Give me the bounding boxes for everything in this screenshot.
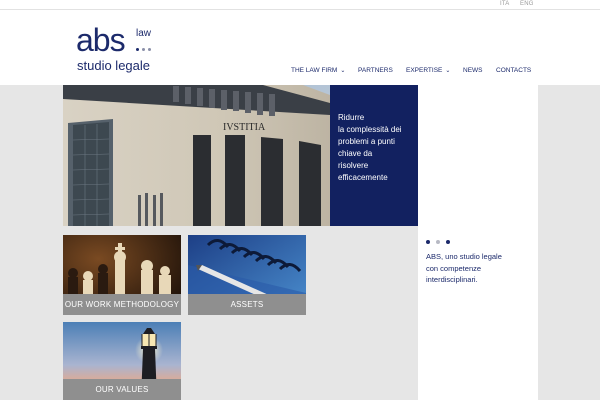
intro-line: con competenze xyxy=(426,263,482,273)
carousel-dot[interactable] xyxy=(446,240,450,244)
logo-subtitle: studio legale xyxy=(77,58,150,73)
hero-tagline-line: efficacemente xyxy=(338,173,388,182)
courthouse-image: IVSTITIA xyxy=(63,85,330,226)
tile-assets[interactable]: ASSETS xyxy=(188,235,306,315)
tile-our-work-methodology[interactable]: OUR WORK METHODOLOGY xyxy=(63,235,181,315)
hero-tagline-panel: Ridurre la complessità dei problemi a pu… xyxy=(330,85,418,226)
header: abs law studio legale THE LAW FIRM ⌄ PART… xyxy=(0,10,600,85)
chevron-down-icon: ⌄ xyxy=(445,67,451,74)
nav-contacts[interactable]: CONTACTS xyxy=(496,64,531,76)
right-column: ABS, uno studio legale con competenze in… xyxy=(418,85,538,400)
hero-tagline-line: chiave da xyxy=(338,149,373,158)
nav-label: THE LAW FIRM xyxy=(291,66,338,74)
top-bar: ITA ENG xyxy=(0,0,600,10)
logo[interactable]: abs law studio legale xyxy=(76,24,161,74)
nav-news[interactable]: NEWS xyxy=(463,64,483,76)
carousel-dot[interactable] xyxy=(426,240,430,244)
nav-the-law-firm[interactable]: THE LAW FIRM ⌄ xyxy=(291,64,345,76)
tile-our-values[interactable]: OUR VALUES xyxy=(63,322,181,400)
logo-dots-icon xyxy=(136,48,151,51)
intro-line: ABS, uno studio legale xyxy=(426,252,502,261)
lang-ita-link[interactable]: ITA xyxy=(500,1,510,7)
logo-law-text: law xyxy=(136,28,152,39)
nav-label: PARTNERS xyxy=(358,66,393,74)
tile-label: OUR WORK METHODOLOGY xyxy=(63,294,181,315)
carousel-dot[interactable] xyxy=(436,240,440,244)
inscription-text: IVSTITIA xyxy=(223,122,266,133)
nav-label: CONTACTS xyxy=(496,66,532,74)
nav-label: NEWS xyxy=(463,66,483,74)
nav-partners[interactable]: PARTNERS xyxy=(358,64,393,76)
nav-expertise[interactable]: EXPERTISE ⌄ xyxy=(406,64,450,76)
hero-tagline: Ridurre la complessità dei problemi a pu… xyxy=(338,112,418,184)
tile-label: OUR VALUES xyxy=(63,379,181,400)
lang-eng-link[interactable]: ENG xyxy=(520,1,534,7)
tile-label: ASSETS xyxy=(188,294,306,315)
hero-tagline-line: Ridurre xyxy=(338,113,365,122)
logo-abs-text: abs xyxy=(76,22,126,58)
intro-text: ABS, uno studio legale con competenze in… xyxy=(426,251,531,286)
intro-line: interdisciplinari. xyxy=(426,275,478,284)
hero-tagline-line: problemi a punti xyxy=(338,137,395,146)
hero-image: IVSTITIA xyxy=(63,85,330,226)
hero-tagline-line: la complessità dei xyxy=(338,125,402,134)
chevron-down-icon: ⌄ xyxy=(340,67,346,74)
nav-label: EXPERTISE xyxy=(406,66,443,74)
carousel-dots xyxy=(426,240,450,244)
hero-tagline-line: risolvere xyxy=(338,161,369,170)
